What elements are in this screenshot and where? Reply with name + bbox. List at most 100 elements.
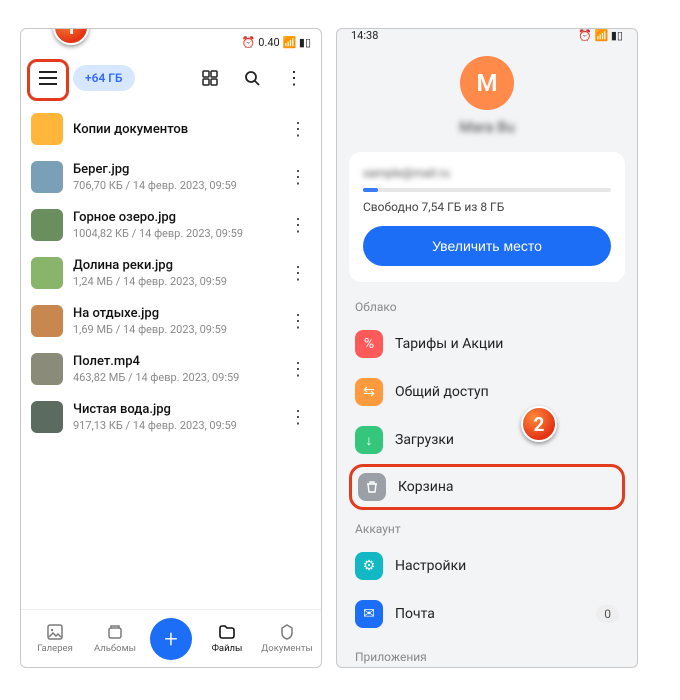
- plus-icon: +: [164, 625, 178, 653]
- menu-mail[interactable]: ✉ Почта 0: [337, 590, 637, 638]
- file-name: Долина реки.jpg: [73, 258, 275, 273]
- storage-progress: [363, 188, 611, 192]
- file-row[interactable]: На отдыхе.jpg 1,69 МБ / 14 февр. 2023, 09…: [31, 297, 311, 345]
- nav-label: Документы: [261, 643, 313, 654]
- storage-pill[interactable]: +64 ГБ: [73, 65, 135, 91]
- profile-block: M Mara Bu: [337, 42, 637, 146]
- file-meta: 463,82 МБ / 14 февр. 2023, 09:59: [73, 371, 275, 384]
- nav-docs[interactable]: Документы: [262, 623, 312, 654]
- search-button[interactable]: [235, 61, 269, 95]
- section-account: Аккаунт: [337, 510, 637, 542]
- download-icon: ↓: [355, 426, 383, 454]
- file-name: Берег.jpg: [73, 162, 275, 177]
- storage-card: sample@mail.ru Свободно 7,54 ГБ из 8 ГБ …: [349, 152, 625, 282]
- grid-icon: [202, 70, 218, 86]
- file-more-button[interactable]: ⋮: [285, 359, 311, 380]
- storage-progress-fill: [363, 188, 378, 192]
- file-meta: 1004,82 КБ / 14 февр. 2023, 09:59: [73, 227, 275, 240]
- file-more-button[interactable]: ⋮: [285, 119, 311, 140]
- file-thumbnail: [31, 209, 63, 241]
- folder-icon: [31, 113, 63, 145]
- file-info: Долина реки.jpg1,24 МБ / 14 февр. 2023, …: [73, 258, 275, 288]
- phone-right: 14:38 ⏰ 📶 ▮▯ M Mara Bu sample@mail.ru Св…: [336, 28, 638, 668]
- avatar[interactable]: M: [460, 56, 514, 110]
- view-grid-button[interactable]: [193, 61, 227, 95]
- file-name: Копии документов: [73, 122, 275, 137]
- file-row[interactable]: Берег.jpg 706,70 КБ / 14 февр. 2023, 09:5…: [31, 153, 311, 201]
- file-thumbnail: [31, 353, 63, 385]
- status-time: 14:38: [351, 29, 378, 42]
- file-more-button[interactable]: ⋮: [285, 263, 311, 284]
- nav-gallery[interactable]: Галерея: [30, 623, 80, 654]
- file-row[interactable]: Долина реки.jpg1,24 МБ / 14 февр. 2023, …: [31, 249, 311, 297]
- nav-label: Файлы: [212, 643, 243, 654]
- nav-label: Альбомы: [94, 643, 136, 654]
- file-row[interactable]: Полет.mp4 463,82 МБ / 14 февр. 2023, 09:5…: [31, 345, 311, 393]
- file-info: Горное озеро.jpg 1004,82 КБ / 14 февр. 20…: [73, 210, 275, 240]
- menu-label: Тарифы и Акции: [395, 336, 619, 352]
- callout-2: 2: [521, 406, 557, 442]
- file-info: Чистая вода.jpg 917,13 КБ / 14 февр. 2023…: [73, 402, 275, 432]
- top-bar: +64 ГБ ⋮: [21, 55, 321, 105]
- file-more-button[interactable]: ⋮: [285, 167, 311, 188]
- file-thumbnail: [31, 401, 63, 433]
- file-row[interactable]: Чистая вода.jpg 917,13 КБ / 14 февр. 2023…: [31, 393, 311, 441]
- menu-label: Настройки: [395, 558, 619, 574]
- file-meta: 1,69 МБ / 14 февр. 2023, 09:59: [73, 323, 275, 336]
- share-icon: ⇆: [355, 378, 383, 406]
- fab-add[interactable]: +: [150, 618, 192, 660]
- bottom-nav: Галерея Альбомы + Файлы Документы: [21, 609, 321, 667]
- file-thumbnail: [31, 305, 63, 337]
- hamburger-icon: [39, 71, 57, 85]
- file-info: Полет.mp4 463,82 МБ / 14 февр. 2023, 09:5…: [73, 354, 275, 384]
- menu-label: Загрузки: [395, 432, 619, 448]
- menu-shared[interactable]: ⇆ Общий доступ: [337, 368, 637, 416]
- menu-button[interactable]: [31, 61, 65, 95]
- email: sample@mail.ru: [363, 166, 611, 180]
- file-name: Горное озеро.jpg: [73, 210, 275, 225]
- albums-icon: [106, 623, 124, 641]
- percent-icon: %: [355, 330, 383, 358]
- section-cloud: Облако: [337, 288, 637, 320]
- file-list: Копии документов ⋮ Берег.jpg 706,70 КБ / 14…: [21, 105, 321, 609]
- image-icon: [46, 623, 64, 641]
- upgrade-button[interactable]: Увеличить место: [363, 226, 611, 266]
- nav-label: Галерея: [37, 643, 73, 654]
- file-name: Чистая вода.jpg: [73, 402, 275, 417]
- file-row[interactable]: Копии документов ⋮: [31, 105, 311, 153]
- file-more-button[interactable]: ⋮: [285, 215, 311, 236]
- nav-files[interactable]: Файлы: [202, 623, 252, 654]
- username: Mara Bu: [459, 118, 515, 136]
- section-apps: Приложения: [337, 638, 637, 668]
- file-name: На отдыхе.jpg: [73, 306, 275, 321]
- file-row[interactable]: Горное озеро.jpg 1004,82 КБ / 14 февр. 20…: [31, 201, 311, 249]
- search-icon: [244, 70, 260, 86]
- file-meta: 706,70 КБ / 14 февр. 2023, 09:59: [73, 179, 275, 192]
- menu-tariffs[interactable]: % Тарифы и Акции: [337, 320, 637, 368]
- menu-settings[interactable]: ⚙ Настройки: [337, 542, 637, 590]
- gear-icon: ⚙: [355, 552, 383, 580]
- file-meta: 917,13 КБ / 14 февр. 2023, 09:59: [73, 419, 275, 432]
- folder-icon: [218, 623, 236, 641]
- mail-count: 0: [596, 605, 619, 623]
- more-button[interactable]: ⋮: [277, 61, 311, 95]
- menu-label: Общий доступ: [395, 384, 619, 400]
- file-info: На отдыхе.jpg 1,69 МБ / 14 февр. 2023, 09…: [73, 306, 275, 336]
- menu-label: Почта: [395, 606, 584, 622]
- file-more-button[interactable]: ⋮: [285, 311, 311, 332]
- file-more-button[interactable]: ⋮: [285, 407, 311, 428]
- menu-label: Корзина: [398, 479, 616, 495]
- file-info: Копии документов: [73, 122, 275, 137]
- status-bar-right: 14:38 ⏰ 📶 ▮▯: [337, 29, 637, 42]
- dots-icon: ⋮: [285, 68, 303, 89]
- file-thumbnail: [31, 257, 63, 289]
- menu-downloads[interactable]: ↓ Загрузки 2: [337, 416, 637, 464]
- menu-trash[interactable]: Корзина: [349, 464, 625, 510]
- file-info: Берег.jpg 706,70 КБ / 14 февр. 2023, 09:5…: [73, 162, 275, 192]
- trash-icon: [358, 473, 386, 501]
- mail-icon: ✉: [355, 600, 383, 628]
- file-name: Полет.mp4: [73, 354, 275, 369]
- nav-albums[interactable]: Альбомы: [90, 623, 140, 654]
- status-icons: ⏰ 📶 ▮▯: [578, 29, 623, 42]
- storage-free-text: Свободно 7,54 ГБ из 8 ГБ: [363, 200, 611, 214]
